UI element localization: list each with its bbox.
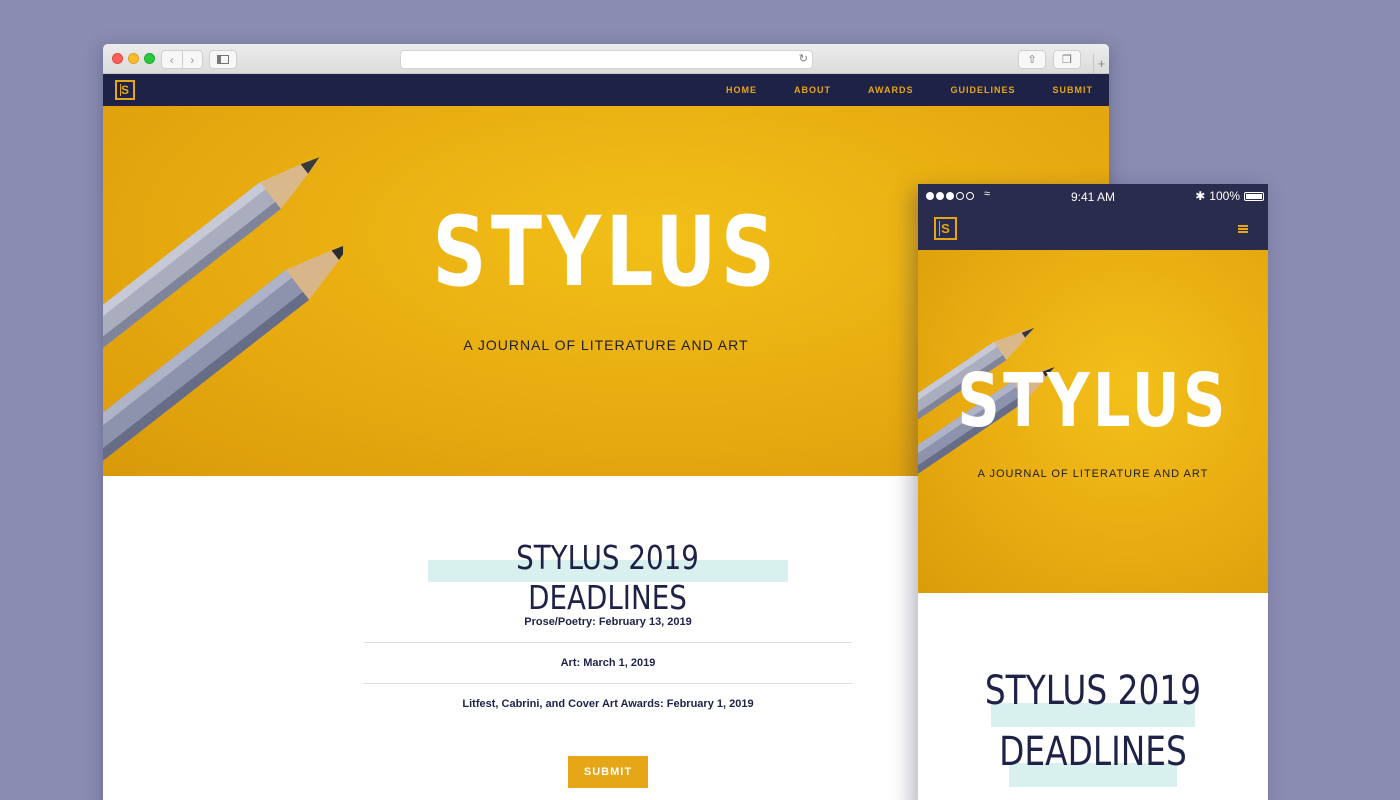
battery-percent: 100% [1209,189,1240,203]
deadlines-title: STYLUS 2019 DEADLINES [516,538,699,617]
share-icon[interactable]: ⇧ [1018,50,1046,69]
reload-icon[interactable]: ↻ [799,52,808,65]
divider [364,683,852,684]
deadline-item: Art: March 1, 2019 [560,657,656,669]
menu-icon[interactable] [1238,225,1248,233]
new-tab-icon[interactable]: + [1093,54,1109,74]
mobile-deadlines-section: STYLUS 2019 DEADLINES [918,593,1268,800]
mobile-deadlines-title-line2: DEADLINES [999,729,1187,775]
browser-toolbar: ‹ › ↻ ⇧ ❐ + [103,44,1109,74]
mobile-hero: STYLUS A JOURNAL OF LITERATURE AND ART [918,250,1268,593]
bluetooth-icon: ✱ [1195,189,1206,203]
deadline-item: Prose/Poetry: February 13, 2019 [524,616,692,628]
forward-icon[interactable]: › [183,51,203,68]
minimize-window-button[interactable] [128,53,139,64]
mobile-hero-title: STYLUS [957,358,1229,444]
mobile-screen: ≈ 9:41 AM ✱ 100% S STYLUS A JOURNAL OF L… [918,184,1268,800]
submit-button[interactable]: SUBMIT [568,756,648,788]
status-bar: ≈ 9:41 AM ✱ 100% [918,184,1268,208]
mobile-hero-subtitle: A JOURNAL OF LITERATURE AND ART [977,468,1209,480]
battery-indicator: ✱ 100% [1195,189,1264,203]
mobile-site-logo[interactable]: S [934,217,957,240]
sidebar-toggle-icon[interactable] [209,50,237,69]
deadline-item: Litfest, Cabrini, and Cover Art Awards: … [462,698,754,710]
divider [364,642,852,643]
battery-icon [1244,191,1264,201]
nav-link-guidelines[interactable]: GUIDELINES [950,85,1015,95]
maximize-window-button[interactable] [144,53,155,64]
nav-link-about[interactable]: ABOUT [794,85,831,95]
back-icon[interactable]: ‹ [162,51,183,68]
nav-link-submit[interactable]: SUBMIT [1053,85,1094,95]
address-bar[interactable]: ↻ [400,50,813,69]
site-navbar: S HOME ABOUT AWARDS GUIDELINES SUBMIT [103,74,1109,106]
nav-link-awards[interactable]: AWARDS [868,85,914,95]
mobile-navbar: S [918,208,1268,250]
nav-links: HOME ABOUT AWARDS GUIDELINES SUBMIT [726,74,1093,106]
mobile-deadlines-title-line1: STYLUS 2019 [984,668,1202,714]
nav-link-home[interactable]: HOME [726,85,757,95]
close-window-button[interactable] [112,53,123,64]
tabs-overview-icon[interactable]: ❐ [1053,50,1081,69]
history-nav: ‹ › [161,50,203,69]
site-logo[interactable]: S [115,80,135,100]
hero-title: STYLUS [432,196,780,308]
